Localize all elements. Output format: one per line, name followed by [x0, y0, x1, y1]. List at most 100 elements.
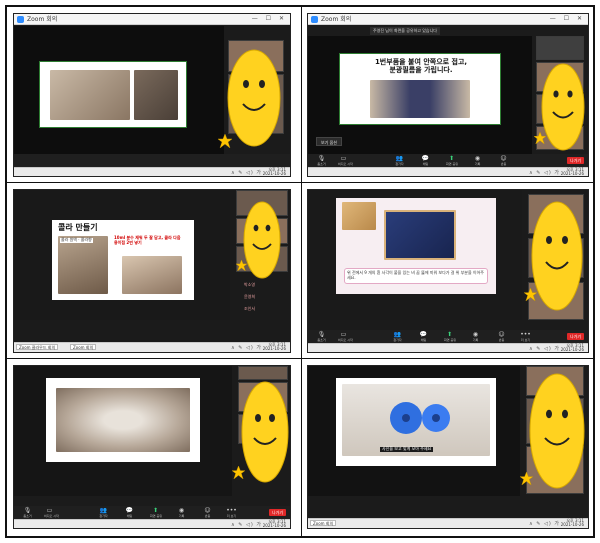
slide-caption: 위 전에서 9 개의 흰 사각이 붙을 있는 비 꿈 뚫에 끼워 보다가 걸 위… [344, 268, 488, 284]
taskbar: ∧ ✎ ◁) 가 오후 3:11 2021-10-26 [14, 519, 290, 528]
reactions-icon[interactable]: ☺ 반응 [202, 507, 213, 518]
view-options-button[interactable]: 보기 옵션 [316, 137, 342, 146]
taskbar-clock: 오후 3:11 2021-10-26 [262, 167, 286, 176]
zoom-logo-icon [17, 16, 24, 23]
slide-photo [50, 70, 130, 120]
shared-screen: 콜라 만들기 콜라 원액 · 콜라향 10ml 분수 재워 두 잘 담고, 콜라… [14, 190, 230, 320]
window-controls[interactable]: — ☐ ✕ [252, 15, 287, 22]
grid-divider-vertical [301, 7, 302, 536]
slide: 1번부품을 붙여 안쪽으로 접고, 분광필름을 가립니다. [340, 54, 500, 124]
grid-divider-1 [7, 182, 593, 183]
window-title: Zoom 회의 [321, 16, 352, 23]
slide: 위 전에서 9 개의 흰 사각이 붙을 있는 비 꿈 뚫에 끼워 보다가 걸 위… [336, 198, 496, 294]
mic-off-icon[interactable]: 🎙 음소거 [316, 155, 327, 166]
window-title: Zoom 회의 [27, 16, 58, 23]
end-meeting-button[interactable]: 나가기 [566, 333, 584, 340]
participant-name: 박소영 [244, 282, 256, 287]
participant-thumbnail[interactable] [536, 36, 584, 60]
screenshot-grid: Zoom 회의 — ☐ ✕ ∧ ✎ ◁) 가 오후 3:11 2021-10-26… [5, 5, 595, 538]
slide-photo [384, 210, 456, 260]
participants-icon[interactable]: 👥 참가자 [392, 331, 403, 342]
smiley-face-icon [529, 373, 585, 489]
panel-3: 콜라 만들기 콜라 원액 · 콜라향 10ml 분수 재워 두 잘 담고, 콜라… [13, 189, 291, 353]
zoom-logo-icon [311, 16, 318, 23]
slide-photo [122, 256, 182, 294]
panel-6: 사진을 보고 맞게 모아 주세요 Zoom 회의 ∧ ✎ ◁) 가 오후 3:1… [307, 365, 589, 529]
participant-name: 윤영희 [244, 294, 256, 299]
slide-label: 콜라 원액 · 콜라향 [60, 237, 93, 243]
chat-icon[interactable]: 💬 채팅 [124, 507, 135, 518]
star-icon [534, 132, 546, 144]
star-icon [218, 134, 232, 148]
blue-parts-image [390, 402, 450, 434]
taskbar-app[interactable]: Zoom 회의 [310, 520, 337, 526]
participants-icon[interactable]: 👥 참가자 [394, 155, 405, 166]
system-tray[interactable]: ∧ ✎ ◁) 가 [529, 345, 560, 352]
more-icon[interactable]: ••• 더 보기 [226, 507, 237, 518]
record-icon[interactable]: ◉ 기록 [472, 155, 483, 166]
slide-photo [342, 202, 376, 230]
slide-photo [134, 70, 178, 120]
video-icon[interactable]: ▭ 비디오 시작 [338, 331, 353, 342]
panel-2: Zoom 회의 — ☐ ✕ 주영진 님이 화면을 공유하고 있습니다 1번부품을… [307, 13, 589, 177]
shared-screen [14, 26, 224, 156]
slide-photo [58, 236, 108, 294]
slide [40, 62, 186, 127]
window-controls[interactable]: — ☐ ✕ [550, 15, 585, 22]
smiley-face-icon [531, 201, 583, 311]
system-tray[interactable]: ∧ ✎ ◁) 가 [529, 520, 560, 527]
share-screen-icon[interactable]: ⬆ 화면 공유 [150, 507, 162, 518]
mic-off-icon[interactable]: 🎙 음소거 [316, 331, 327, 342]
share-screen-icon[interactable]: ⬆ 화면 공유 [444, 331, 456, 342]
participants-icon[interactable]: 👥 참가자 [98, 507, 109, 518]
slide-photo [370, 80, 470, 118]
taskbar-clock: 오후 3:11 2021-10-26 [560, 167, 584, 176]
star-icon [236, 260, 247, 271]
system-tray[interactable]: ∧ ✎ ◁) 가 [231, 521, 262, 528]
end-meeting-button[interactable]: 나가기 [268, 509, 286, 516]
chat-icon[interactable]: 💬 채팅 [418, 331, 429, 342]
record-icon[interactable]: ◉ 기록 [176, 507, 187, 518]
slide-title: 1번부품을 붙여 안쪽으로 접고, 분광필름을 가립니다. [374, 58, 468, 75]
participant-name: 조인서 [244, 306, 256, 311]
taskbar-clock: 오후 3:11 2021-10-26 [560, 518, 584, 527]
slide: 콜라 만들기 콜라 원액 · 콜라향 10ml 분수 재워 두 잘 담고, 콜라… [52, 220, 194, 300]
meeting-toolbar: 🎙 음소거 ▭ 비디오 시작 👥 참가자 💬 채팅 ⬆ 화면 공유 ◉ 기록 ☺ 반응 나가기 [308, 154, 588, 167]
mic-off-icon[interactable]: 🎙 음소거 [22, 507, 33, 518]
slide: 사진을 보고 맞게 모아 주세요 [336, 378, 496, 466]
grid-divider-2 [7, 358, 593, 359]
taskbar-clock: 오후 3:11 2021-10-26 [560, 343, 584, 352]
shared-screen: 1번부품을 붙여 안쪽으로 접고, 분광필름을 가립니다. 보기 옵션 [308, 36, 532, 154]
star-icon [524, 288, 537, 301]
zoom-titlebar: Zoom 회의 — ☐ ✕ [308, 14, 588, 25]
participant-thumbnail[interactable] [238, 366, 288, 380]
smiley-face-icon [241, 381, 289, 483]
screen-share-notice: 주영진 님이 화면을 공유하고 있습니다 [370, 27, 440, 35]
system-tray[interactable]: ∧ ✎ ◁) 가 [231, 344, 262, 351]
taskbar-app[interactable]: Zoom 클라우드 회의 [16, 344, 59, 350]
taskbar: ∧ ✎ ◁) 가 오후 3:11 2021-10-26 [14, 167, 290, 176]
slide-caption: 사진을 보고 맞게 모아 주세요 [380, 446, 434, 452]
share-screen-icon[interactable]: ⬆ 화면 공유 [446, 155, 458, 166]
slide-photo [56, 388, 190, 452]
taskbar: Zoom 회의 ∧ ✎ ◁) 가 오후 3:11 2021-10-26 [308, 518, 588, 528]
chat-icon[interactable]: 💬 채팅 [420, 155, 431, 166]
meeting-toolbar: 🎙 음소거 ▭ 비디오 시작 👥 참가자 💬 채팅 ⬆ 화면 공유 ◉ 기록 ☺ 반응 •••… [14, 506, 290, 519]
shared-screen [14, 366, 232, 496]
zoom-titlebar: Zoom 회의 — ☐ ✕ [14, 14, 290, 25]
taskbar-app[interactable]: Zoom 회의 [70, 344, 97, 350]
system-tray[interactable]: ∧ ✎ ◁) 가 [231, 169, 262, 176]
record-icon[interactable]: ◉ 기록 [470, 331, 481, 342]
system-tray[interactable]: ∧ ✎ ◁) 가 [529, 169, 560, 176]
end-meeting-button[interactable]: 나가기 [566, 157, 584, 164]
reactions-icon[interactable]: ☺ 반응 [498, 155, 509, 166]
star-icon [520, 472, 533, 485]
more-icon[interactable]: ••• 더 보기 [520, 331, 531, 342]
slide-title: 콜라 만들기 [58, 223, 98, 232]
video-icon[interactable]: ▭ 비디오 시작 [338, 155, 353, 166]
panel-1: Zoom 회의 — ☐ ✕ ∧ ✎ ◁) 가 오후 3:11 2021-10-26 [13, 13, 291, 177]
video-icon[interactable]: ▭ 비디오 시작 [44, 507, 59, 518]
smiley-face-icon [541, 63, 585, 151]
meeting-toolbar: 🎙 음소거 ▭ 비디오 시작 👥 참가자 💬 채팅 ⬆ 화면 공유 ◉ 기록 ☺ 반응 •••… [308, 330, 588, 343]
reactions-icon[interactable]: ☺ 반응 [496, 331, 507, 342]
